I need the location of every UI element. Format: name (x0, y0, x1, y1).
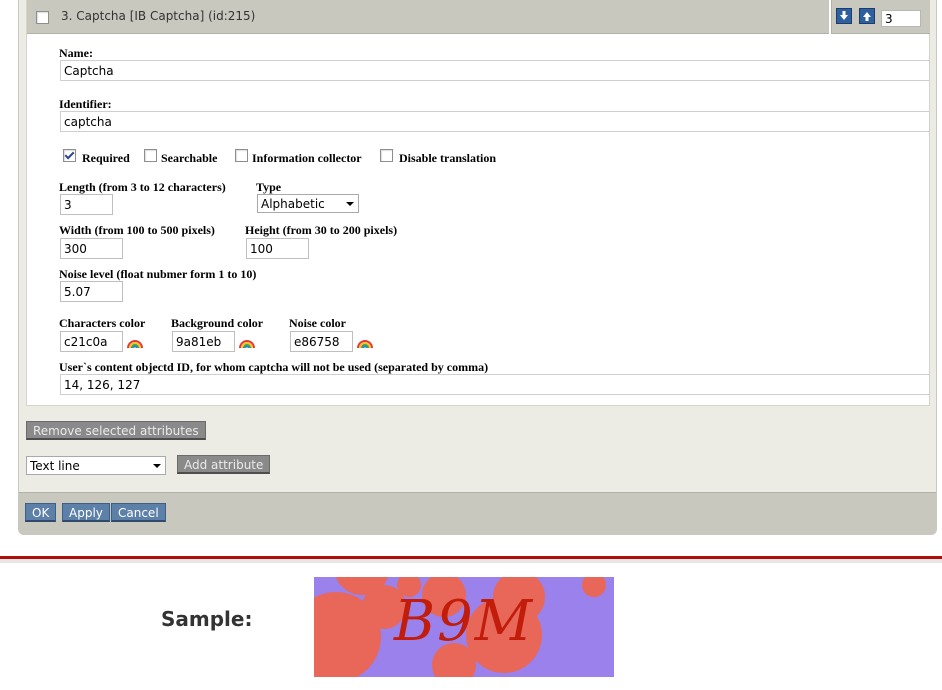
footer-bar: OK Apply Cancel (19, 492, 936, 535)
add-attribute-button[interactable]: Add attribute (177, 455, 271, 474)
apply-button[interactable]: Apply (62, 503, 110, 522)
disable-translation-checkbox[interactable] (380, 149, 393, 162)
char-color-input[interactable]: c21c0a (60, 331, 123, 352)
attribute-title: 3. Captcha [IB Captcha] (id:215) (61, 9, 256, 23)
identifier-input[interactable]: captcha (60, 111, 930, 132)
required-label: Required (82, 151, 130, 165)
datatype-select-value: Text line (30, 459, 80, 473)
char-color-label: Characters color (59, 316, 146, 330)
type-select[interactable]: Alphabetic (257, 194, 359, 213)
captcha-sample-image: B9M (314, 577, 614, 677)
width-label: Width (from 100 to 500 pixels) (59, 223, 215, 237)
name-input[interactable]: Captcha (60, 60, 930, 81)
type-label: Type (256, 180, 282, 194)
exclude-ids-input[interactable]: 14, 126, 127 (60, 374, 930, 395)
noise-level-label: Noise level (float nubmer form 1 to 10) (59, 267, 257, 281)
length-label: Length (from 3 to 12 characters) (59, 180, 226, 194)
width-input[interactable]: 300 (60, 238, 123, 259)
separator-shadow (0, 559, 942, 563)
arrow-down-icon[interactable] (836, 8, 852, 24)
required-checkbox[interactable] (63, 149, 76, 162)
info-collector-checkbox[interactable] (235, 149, 248, 162)
color-picker-icon[interactable] (126, 333, 144, 349)
attribute-header: 3. Captcha [IB Captcha] (id:215) (27, 0, 829, 34)
color-picker-icon[interactable] (238, 333, 256, 349)
info-collector-label: Information collector (252, 151, 362, 165)
searchable-checkbox[interactable] (144, 149, 157, 162)
attribute-select-checkbox[interactable] (36, 11, 49, 24)
attribute-block: 3. Captcha [IB Captcha] (id:215) Name: C… (26, 0, 930, 406)
color-picker-icon[interactable] (356, 333, 374, 349)
identifier-label: Identifier: (59, 97, 112, 111)
bg-color-label: Background color (171, 316, 264, 330)
type-select-value: Alphabetic (261, 197, 325, 211)
placement-input[interactable] (881, 10, 921, 27)
noise-level-input[interactable]: 5.07 (60, 281, 123, 302)
height-label: Height (from 30 to 200 pixels) (245, 223, 398, 237)
name-label: Name: (59, 46, 93, 60)
arrow-up-icon[interactable] (859, 8, 875, 24)
ok-button[interactable]: OK (25, 503, 57, 522)
captcha-text: B9M (393, 589, 535, 654)
exclude-ids-label: User`s content objectd ID, for whom capt… (59, 360, 489, 374)
height-input[interactable]: 100 (246, 238, 309, 259)
chevron-down-icon (346, 202, 354, 206)
cancel-button[interactable]: Cancel (111, 503, 166, 522)
bg-color-input[interactable]: 9a81eb (172, 331, 235, 352)
searchable-label: Searchable (161, 151, 218, 165)
noise-color-input[interactable]: e86758 (290, 331, 353, 352)
remove-selected-button[interactable]: Remove selected attributes (26, 421, 206, 440)
noise-color-label: Noise color (289, 316, 346, 330)
sample-label: Sample: (161, 607, 253, 631)
datatype-select[interactable]: Text line (26, 456, 166, 475)
disable-translation-label: Disable translation (399, 151, 497, 165)
chevron-down-icon (153, 464, 161, 468)
length-input[interactable]: 3 (60, 194, 113, 215)
class-editor-panel: 3. Captcha [IB Captcha] (id:215) Name: C… (18, 0, 937, 535)
